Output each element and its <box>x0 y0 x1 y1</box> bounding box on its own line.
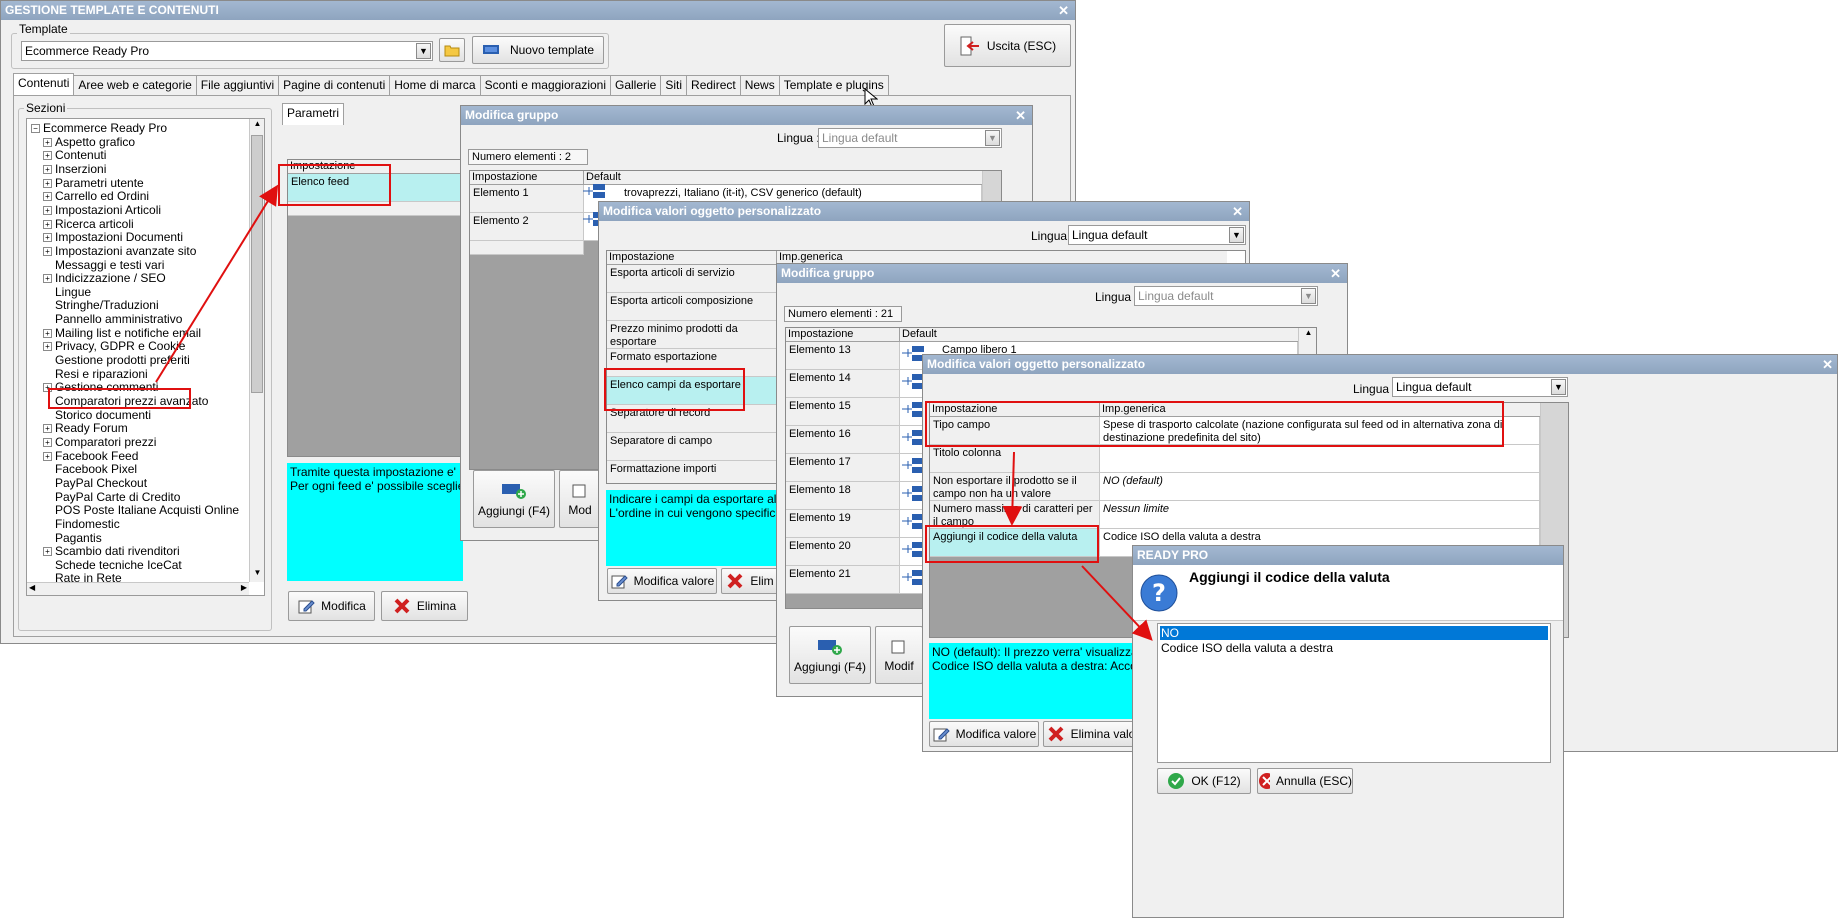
arrow-to-dialog <box>1081 565 1153 641</box>
annotation-arrows <box>155 184 1153 641</box>
arrow-to-codice-valuta <box>1002 451 1023 526</box>
arrow-to-elenco-feed <box>155 184 279 383</box>
